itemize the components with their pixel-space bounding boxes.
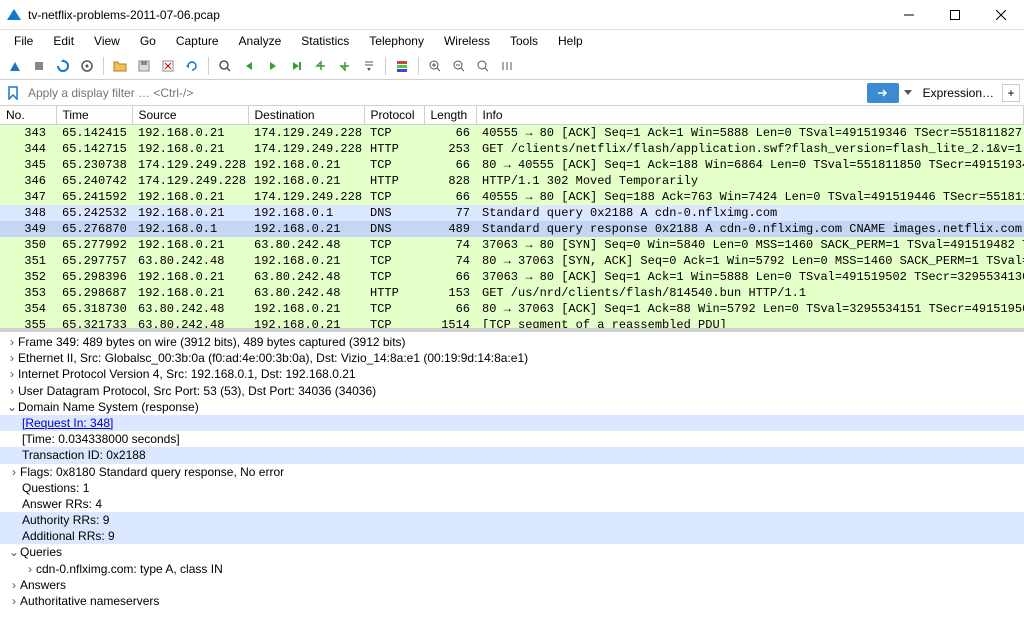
packet-row[interactable]: 34365.142415192.168.0.21174.129.249.228T…	[0, 125, 1024, 142]
packet-row[interactable]: 34465.142715192.168.0.21174.129.249.228H…	[0, 141, 1024, 157]
detail-time[interactable]: [Time: 0.034338000 seconds]	[0, 431, 1024, 447]
detail-authority-rrs[interactable]: Authority RRs: 9	[0, 512, 1024, 528]
column-header[interactable]: Info	[476, 106, 1024, 125]
menu-tools[interactable]: Tools	[500, 32, 548, 50]
reload-file-icon[interactable]	[181, 55, 203, 77]
zoom-in-icon[interactable]	[424, 55, 446, 77]
packet-row[interactable]: 34965.276870192.168.0.1192.168.0.21DNS48…	[0, 221, 1024, 237]
detail-auth-ns[interactable]: ›Authoritative nameservers	[0, 593, 1024, 609]
auto-scroll-icon[interactable]	[358, 55, 380, 77]
go-forward-icon[interactable]	[262, 55, 284, 77]
add-filter-button[interactable]: +	[1002, 84, 1020, 102]
detail-request-in[interactable]: [Request In: 348]	[0, 415, 1024, 431]
detail-answers[interactable]: ›Answers	[0, 577, 1024, 593]
detail-ip[interactable]: ›Internet Protocol Version 4, Src: 192.1…	[0, 366, 1024, 382]
separator	[418, 57, 419, 75]
detail-query-item[interactable]: ›cdn-0.nflximg.com: type A, class IN	[0, 561, 1024, 577]
restart-capture-icon[interactable]	[52, 55, 74, 77]
zoom-reset-icon[interactable]	[472, 55, 494, 77]
app-icon	[6, 7, 22, 23]
menu-go[interactable]: Go	[130, 32, 166, 50]
packet-row[interactable]: 35265.298396192.168.0.2163.80.242.48TCP6…	[0, 269, 1024, 285]
minimize-button[interactable]	[886, 0, 932, 30]
packet-row[interactable]: 35565.32173363.80.242.48192.168.0.21TCP1…	[0, 317, 1024, 332]
menu-capture[interactable]: Capture	[166, 32, 229, 50]
column-header[interactable]: Protocol	[364, 106, 424, 125]
menu-view[interactable]: View	[84, 32, 130, 50]
detail-flags[interactable]: ›Flags: 0x8180 Standard query response, …	[0, 464, 1024, 480]
filterbar: Expression… +	[0, 80, 1024, 106]
window-title: tv-netflix-problems-2011-07-06.pcap	[28, 8, 886, 22]
colorize-icon[interactable]	[391, 55, 413, 77]
column-header[interactable]: Source	[132, 106, 248, 125]
maximize-button[interactable]	[932, 0, 978, 30]
menu-edit[interactable]: Edit	[43, 32, 84, 50]
resize-columns-icon[interactable]	[496, 55, 518, 77]
menu-analyze[interactable]: Analyze	[229, 32, 292, 50]
go-to-packet-icon[interactable]	[286, 55, 308, 77]
close-button[interactable]	[978, 0, 1024, 30]
menu-help[interactable]: Help	[548, 32, 593, 50]
packet-row[interactable]: 34565.230738174.129.249.228192.168.0.21T…	[0, 157, 1024, 173]
apply-filter-button[interactable]	[867, 83, 899, 103]
packet-list-pane[interactable]: No.TimeSourceDestinationProtocolLengthIn…	[0, 106, 1024, 332]
capture-options-icon[interactable]	[76, 55, 98, 77]
detail-queries[interactable]: ⌄Queries	[0, 544, 1024, 560]
open-file-icon[interactable]	[109, 55, 131, 77]
column-header[interactable]: No.	[0, 106, 56, 125]
close-file-icon[interactable]	[157, 55, 179, 77]
menu-statistics[interactable]: Statistics	[291, 32, 359, 50]
display-filter-input[interactable]	[24, 84, 865, 102]
menubar: FileEditViewGoCaptureAnalyzeStatisticsTe…	[0, 30, 1024, 52]
save-file-icon[interactable]	[133, 55, 155, 77]
detail-udp[interactable]: ›User Datagram Protocol, Src Port: 53 (5…	[0, 383, 1024, 399]
packet-row[interactable]: 35465.31873063.80.242.48192.168.0.21TCP6…	[0, 301, 1024, 317]
column-header[interactable]: Length	[424, 106, 476, 125]
detail-answer-rrs[interactable]: Answer RRs: 4	[0, 496, 1024, 512]
detail-transaction-id[interactable]: Transaction ID: 0x2188	[0, 447, 1024, 463]
filter-bookmark-icon[interactable]	[4, 84, 22, 102]
menu-telephony[interactable]: Telephony	[359, 32, 434, 50]
packet-row[interactable]: 35165.29775763.80.242.48192.168.0.21TCP7…	[0, 253, 1024, 269]
separator	[103, 57, 104, 75]
column-header[interactable]: Destination	[248, 106, 364, 125]
find-packet-icon[interactable]	[214, 55, 236, 77]
detail-ethernet[interactable]: ›Ethernet II, Src: Globalsc_00:3b:0a (f0…	[0, 350, 1024, 366]
filter-history-dropdown[interactable]	[901, 83, 915, 103]
detail-additional-rrs[interactable]: Additional RRs: 9	[0, 528, 1024, 544]
stop-capture-icon[interactable]	[28, 55, 50, 77]
start-capture-icon[interactable]	[4, 55, 26, 77]
detail-frame[interactable]: ›Frame 349: 489 bytes on wire (3912 bits…	[0, 334, 1024, 350]
packet-row[interactable]: 35365.298687192.168.0.2163.80.242.48HTTP…	[0, 285, 1024, 301]
packet-row[interactable]: 34865.242532192.168.0.21192.168.0.1DNS77…	[0, 205, 1024, 221]
menu-file[interactable]: File	[4, 32, 43, 50]
column-header[interactable]: Time	[56, 106, 132, 125]
go-first-icon[interactable]	[310, 55, 332, 77]
menu-wireless[interactable]: Wireless	[434, 32, 500, 50]
separator	[208, 57, 209, 75]
packet-row[interactable]: 35065.277992192.168.0.2163.80.242.48TCP7…	[0, 237, 1024, 253]
go-last-icon[interactable]	[334, 55, 356, 77]
packet-details-pane[interactable]: ›Frame 349: 489 bytes on wire (3912 bits…	[0, 332, 1024, 638]
titlebar: tv-netflix-problems-2011-07-06.pcap	[0, 0, 1024, 30]
detail-questions[interactable]: Questions: 1	[0, 480, 1024, 496]
packet-row[interactable]: 34765.241592192.168.0.21174.129.249.228T…	[0, 189, 1024, 205]
zoom-out-icon[interactable]	[448, 55, 470, 77]
toolbar	[0, 52, 1024, 80]
go-back-icon[interactable]	[238, 55, 260, 77]
separator	[385, 57, 386, 75]
packet-row[interactable]: 34665.240742174.129.249.228192.168.0.21H…	[0, 173, 1024, 189]
detail-dns[interactable]: ⌄Domain Name System (response)	[0, 399, 1024, 415]
expression-button[interactable]: Expression…	[917, 84, 1000, 102]
